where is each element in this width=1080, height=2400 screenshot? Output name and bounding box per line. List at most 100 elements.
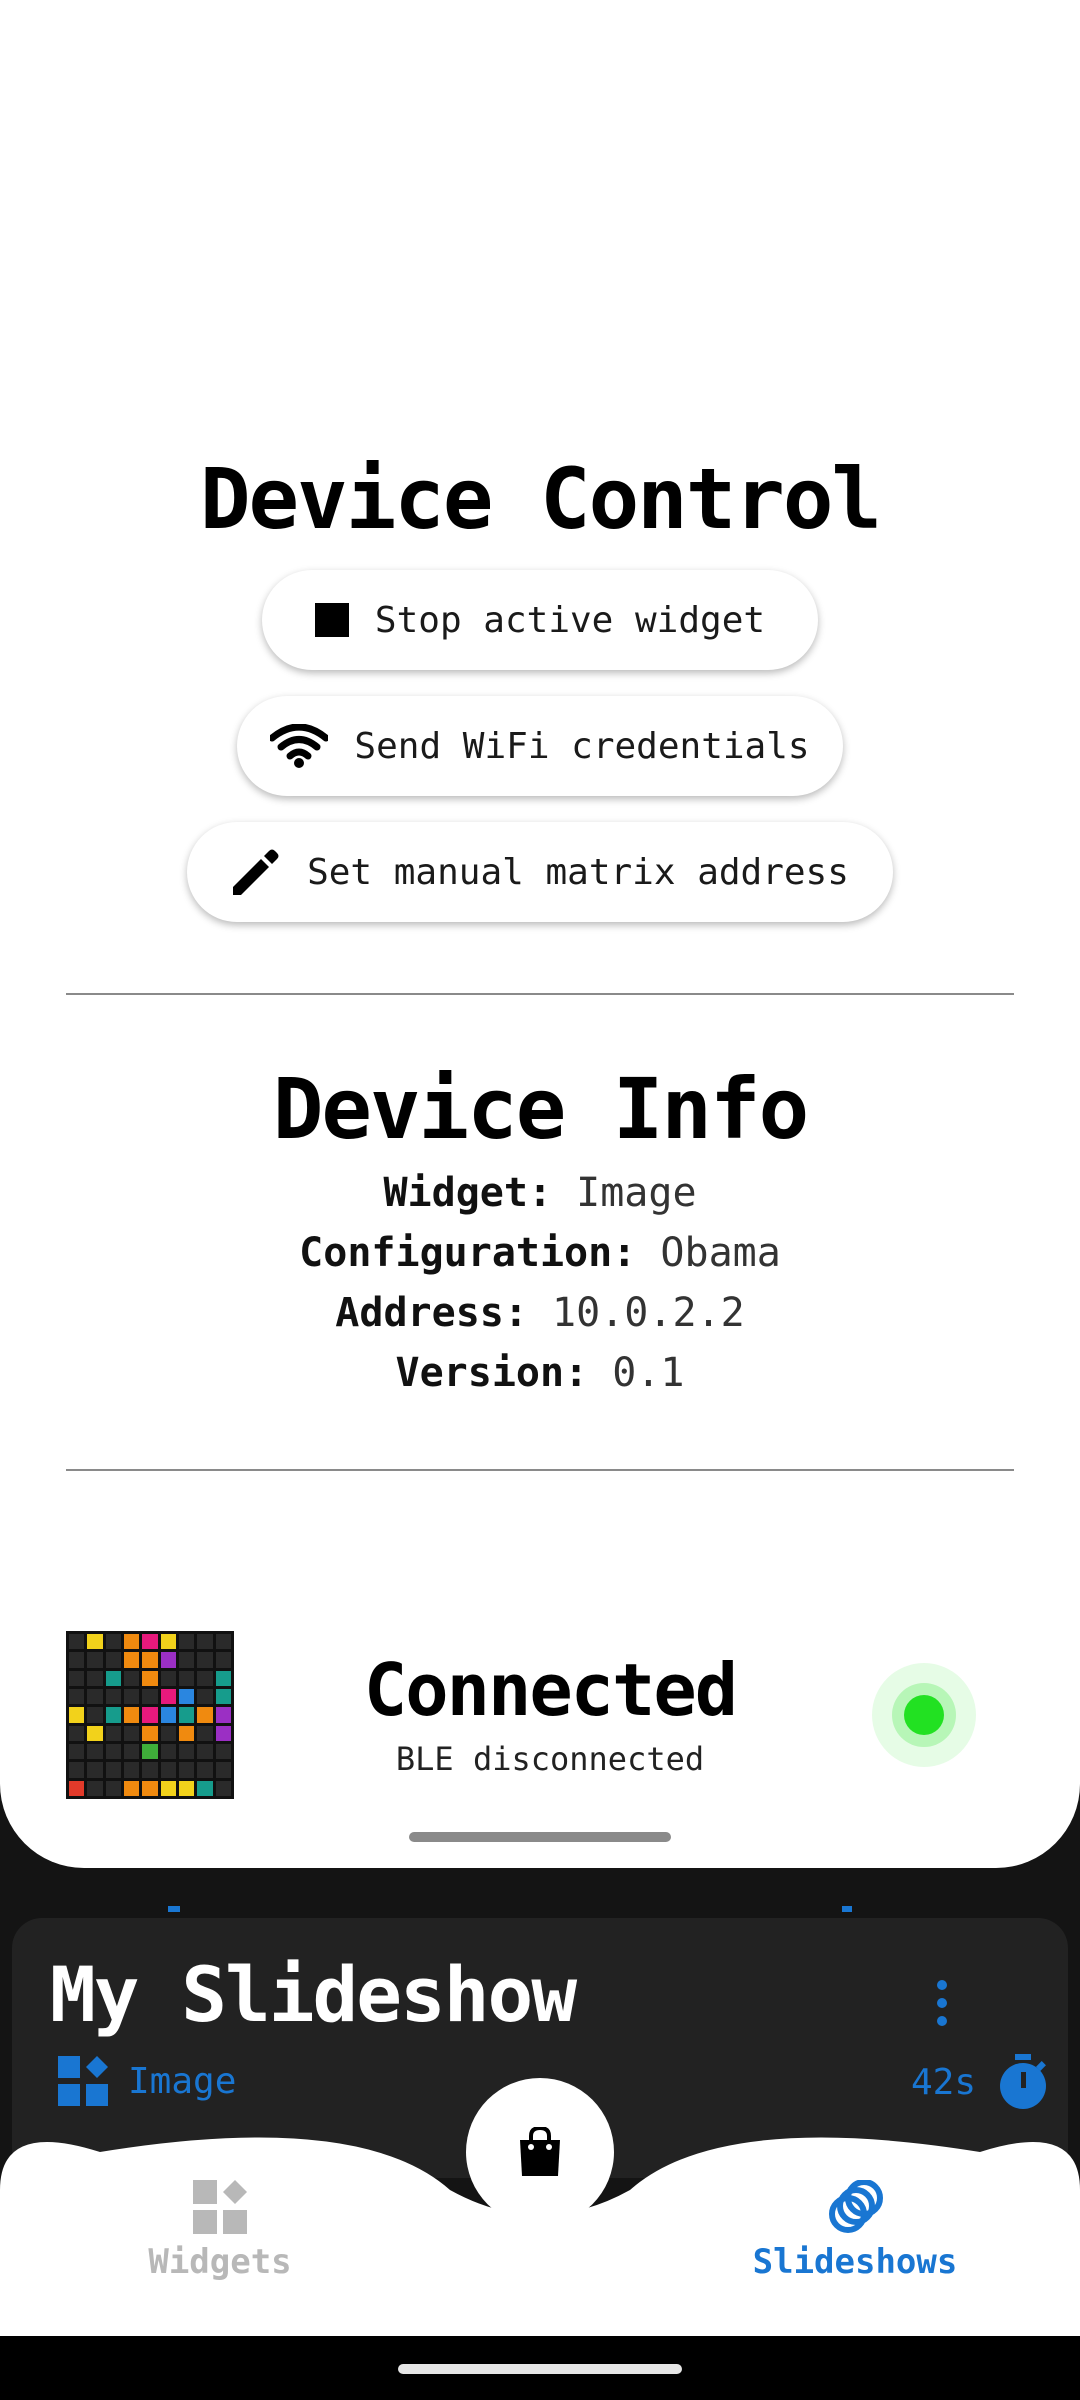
pencil-icon xyxy=(233,849,279,895)
matrix-pixel xyxy=(87,1688,103,1705)
info-address-row: Address: 10.0.2.2 xyxy=(0,1290,1080,1336)
matrix-pixel xyxy=(87,1780,103,1796)
matrix-pixel xyxy=(197,1743,213,1760)
slideshow-title: My Slideshow xyxy=(50,1950,577,2039)
shopping-bag-icon xyxy=(520,2127,560,2176)
device-info-title: Device Info xyxy=(272,1060,809,1158)
matrix-pixel xyxy=(215,1707,231,1723)
divider xyxy=(66,1469,1014,1471)
matrix-pixel xyxy=(142,1688,158,1705)
matrix-pixel xyxy=(160,1652,176,1668)
info-widget-row: Widget: Image xyxy=(0,1170,1080,1216)
stop-icon xyxy=(314,603,349,637)
matrix-pixel xyxy=(87,1743,103,1760)
nav-widgets-tab[interactable]: Widgets xyxy=(140,2180,300,2282)
info-version-label: Version: xyxy=(395,1350,589,1396)
info-address-value: 10.0.2.2 xyxy=(552,1290,745,1336)
matrix-pixel xyxy=(69,1688,85,1705)
matrix-pixel xyxy=(160,1743,176,1760)
matrix-pixel xyxy=(142,1670,158,1686)
widgets-icon xyxy=(193,2180,247,2234)
matrix-pixel xyxy=(142,1634,158,1650)
matrix-pixel xyxy=(160,1725,176,1741)
matrix-pixel xyxy=(69,1707,85,1723)
matrix-pixel xyxy=(87,1707,103,1723)
matrix-pixel xyxy=(178,1670,195,1686)
matrix-pixel xyxy=(215,1743,231,1760)
matrix-pixel xyxy=(105,1688,121,1705)
matrix-pixel xyxy=(215,1780,231,1796)
matrix-pixel xyxy=(215,1762,231,1778)
matrix-pixel xyxy=(142,1762,158,1778)
store-fab-button[interactable] xyxy=(466,2078,614,2226)
matrix-pixel xyxy=(215,1725,231,1741)
info-version-row: Version: 0.1 xyxy=(0,1350,1080,1396)
matrix-pixel xyxy=(197,1688,213,1705)
matrix-pixel xyxy=(123,1780,140,1796)
stop-widget-button[interactable]: Stop active widget xyxy=(262,570,818,670)
slideshow-item-label: Image xyxy=(128,2060,237,2102)
set-matrix-address-label: Set manual matrix address xyxy=(307,851,849,893)
matrix-pixel xyxy=(105,1634,121,1650)
matrix-pixel xyxy=(105,1707,121,1723)
matrix-pixel xyxy=(178,1743,195,1760)
nav-widgets-label: Widgets xyxy=(148,2242,292,2282)
connection-status-title: Connected xyxy=(363,1648,738,1732)
matrix-pixel xyxy=(69,1743,85,1760)
more-options-icon[interactable] xyxy=(932,1980,952,2040)
matrix-pixel xyxy=(197,1707,213,1723)
info-version-value: 0.1 xyxy=(612,1350,685,1396)
matrix-pixel xyxy=(215,1670,231,1686)
wifi-icon xyxy=(270,724,329,768)
matrix-pixel xyxy=(69,1670,85,1686)
info-configuration-label: Configuration: xyxy=(299,1230,637,1276)
slideshow-item[interactable]: Image xyxy=(58,2056,236,2106)
matrix-pixel xyxy=(105,1780,121,1796)
device-sheet: Device Control Stop active widget Send W… xyxy=(0,0,1080,1868)
connection-indicator xyxy=(904,1695,944,1735)
stop-widget-label: Stop active widget xyxy=(374,599,766,641)
nav-slideshows-label: Slideshows xyxy=(752,2242,958,2282)
matrix-pixel xyxy=(87,1725,103,1741)
set-matrix-address-button[interactable]: Set manual matrix address xyxy=(187,822,893,922)
matrix-pixel xyxy=(87,1652,103,1668)
send-wifi-label: Send WiFi credentials xyxy=(354,725,810,767)
matrix-pixel xyxy=(105,1652,121,1668)
info-widget-label: Widget: xyxy=(383,1170,553,1216)
matrix-pixel xyxy=(123,1707,140,1723)
info-address-label: Address: xyxy=(335,1290,528,1336)
info-configuration-value: Obama xyxy=(660,1230,781,1276)
matrix-pixel xyxy=(123,1652,140,1668)
matrix-pixel xyxy=(123,1670,140,1686)
matrix-pixel xyxy=(215,1634,231,1650)
matrix-pixel xyxy=(178,1725,195,1741)
matrix-pixel xyxy=(105,1743,121,1760)
matrix-pixel xyxy=(123,1634,140,1650)
matrix-pixel xyxy=(178,1707,195,1723)
matrix-pixel xyxy=(142,1743,158,1760)
info-widget-value: Image xyxy=(576,1170,697,1216)
matrix-pixel xyxy=(160,1634,176,1650)
matrix-pixel xyxy=(142,1707,158,1723)
peek-fragment xyxy=(842,1906,852,1912)
matrix-pixel xyxy=(178,1780,195,1796)
sheet-drag-handle[interactable] xyxy=(409,1832,671,1842)
matrix-pixel xyxy=(160,1762,176,1778)
matrix-pixel xyxy=(69,1780,85,1796)
info-configuration-row: Configuration: Obama xyxy=(0,1230,1080,1276)
nav-slideshows-tab[interactable]: Slideshows xyxy=(745,2180,965,2282)
home-gesture-handle[interactable] xyxy=(398,2364,682,2374)
matrix-pixel xyxy=(178,1762,195,1778)
send-wifi-button[interactable]: Send WiFi credentials xyxy=(237,696,843,796)
matrix-pixel xyxy=(160,1780,176,1796)
matrix-pixel xyxy=(105,1725,121,1741)
matrix-pixel xyxy=(215,1652,231,1668)
matrix-pixel xyxy=(105,1762,121,1778)
matrix-pixel xyxy=(178,1652,195,1668)
device-control-title: Device Control xyxy=(199,450,882,548)
matrix-pixel xyxy=(123,1762,140,1778)
matrix-pixel xyxy=(123,1743,140,1760)
matrix-pixel xyxy=(69,1762,85,1778)
widgets-icon xyxy=(58,2056,108,2106)
matrix-pixel xyxy=(197,1652,213,1668)
